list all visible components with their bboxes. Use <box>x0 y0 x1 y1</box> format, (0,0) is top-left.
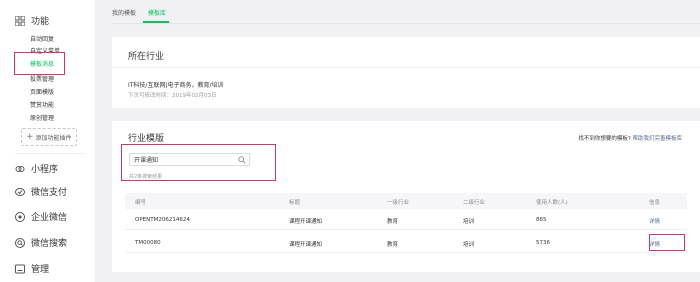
sidebar-section-wechat-pay[interactable]: 微信支付 <box>15 185 67 198</box>
table-row: TM00080 课程开课通知 教育 培训 5736 详情 <box>125 232 687 253</box>
sidebar-item-original-management[interactable]: 原创管理 <box>30 113 54 122</box>
column-header-title: 标题 <box>289 200 301 206</box>
sidebar-section-label: 微信支付 <box>31 188 68 198</box>
search-result-count: 共2条搜索结果 <box>129 174 163 180</box>
template-search-input[interactable] <box>130 154 235 165</box>
sidebar-section-label: 微信搜索 <box>31 239 68 249</box>
sidebar-section-label: 小程序 <box>31 165 59 175</box>
details-link[interactable]: 详情 <box>649 240 660 248</box>
work-wechat-icon <box>15 211 25 222</box>
table-row: OPENTM206214624 课程开课通知 教育 培训 865 详情 <box>125 209 687 230</box>
mini-program-icon <box>15 165 25 172</box>
cell-industry1: 教育 <box>387 242 399 248</box>
details-link[interactable]: 详情 <box>649 217 660 225</box>
industry-templates-card: 行业模版 找不到你想要的模板? 帮助我们完善模板库 共2条搜索结果 编号 标题 … <box>112 121 700 272</box>
manage-icon <box>15 264 25 273</box>
cell-users: 865 <box>536 217 547 223</box>
sidebar-item-page-template[interactable]: 页面模版 <box>30 87 54 96</box>
sidebar-section-label: 管理 <box>31 265 50 275</box>
next-change-time: 下次可修改时间：2019年02月03日 <box>128 93 217 99</box>
column-header-users: 使用人数(人) <box>536 200 568 206</box>
tab-bar-divider <box>112 23 700 24</box>
column-header-id: 编号 <box>135 200 147 206</box>
tab-my-templates[interactable]: 我的模板 <box>112 8 136 17</box>
sidebar-section-work-wechat[interactable]: 企业微信 <box>15 210 67 223</box>
plus-icon: + <box>26 132 34 142</box>
column-header-industry1: 一级行业 <box>387 200 410 206</box>
help-prefix: 找不到你想要的模板? <box>578 136 631 142</box>
cell-title: 课程开课通知 <box>289 242 323 248</box>
table-header: 编号 标题 一级行业 二级行业 使用人数(人) 信息 <box>125 193 687 209</box>
sidebar-item-template-message[interactable]: 模板消息 <box>30 59 54 68</box>
add-plugin-label: 添加功能插件 <box>35 134 72 142</box>
help-link[interactable]: 帮助我们完善模板库 <box>632 136 682 142</box>
cell-industry2: 培训 <box>463 242 475 248</box>
sidebar-item-vote-management[interactable]: 投票管理 <box>30 74 54 83</box>
industry-value: IT科技/互联网|电子商务，教育/培训 <box>128 82 224 89</box>
industry-title: 所在行业 <box>128 52 165 62</box>
column-header-industry2: 二级行业 <box>463 200 486 206</box>
sidebar-item-appreciation[interactable]: 赞赏功能 <box>30 100 54 109</box>
search-icon[interactable] <box>238 156 246 164</box>
help-text: 找不到你想要的模板? 帮助我们完善模板库 <box>578 134 682 142</box>
sidebar-section-mini-program[interactable]: 小程序 <box>15 162 58 175</box>
wechat-search-icon <box>15 237 25 248</box>
wechat-pay-icon <box>15 187 25 196</box>
add-plugin-button[interactable]: + 添加功能插件 <box>21 128 77 146</box>
sidebar: 功能 自动回复 自定义菜单 模板消息 投票管理 页面模版 赞赏功能 原创管理 +… <box>0 0 95 282</box>
cell-id: TM00080 <box>135 240 161 246</box>
templates-title: 行业模版 <box>128 134 165 144</box>
sidebar-section-features[interactable]: 功能 <box>15 14 49 27</box>
industry-divider <box>112 67 700 68</box>
industry-card: 所在行业 IT科技/互联网|电子商务，教育/培训 下次可修改时间：2019年02… <box>112 37 700 108</box>
sidebar-item-custom-menu[interactable]: 自定义菜单 <box>30 46 60 55</box>
cell-id: OPENTM206214624 <box>135 217 190 223</box>
sidebar-section-wechat-search[interactable]: 微信搜索 <box>15 236 67 249</box>
cell-title: 课程开课通知 <box>289 219 323 225</box>
cell-users: 5736 <box>536 240 550 246</box>
tab-bar: 我的模板 模板库 <box>112 0 700 24</box>
tab-template-library[interactable]: 模板库 <box>148 8 166 17</box>
sidebar-section-manage[interactable]: 管理 <box>15 262 49 275</box>
sidebar-divider <box>15 153 85 154</box>
sidebar-section-label: 功能 <box>31 17 50 27</box>
grid-icon <box>15 15 25 26</box>
template-search-box[interactable] <box>129 153 250 166</box>
cell-industry1: 教育 <box>387 219 399 225</box>
sidebar-section-label: 企业微信 <box>31 213 68 223</box>
cell-industry2: 培训 <box>463 219 475 225</box>
sidebar-item-auto-reply[interactable]: 自动回复 <box>30 34 54 43</box>
column-header-info: 信息 <box>649 200 661 206</box>
